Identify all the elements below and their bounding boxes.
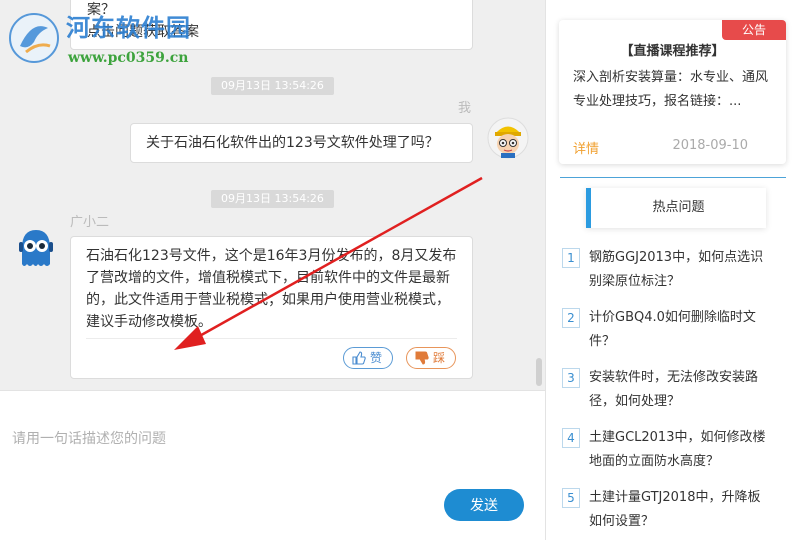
sender-label-agent: 广小二 <box>70 215 110 230</box>
right-panel: 公告 【直播课程推荐】 深入剖析安装算量：水专业、通风专业处理技巧，报名链接：.… <box>545 0 798 540</box>
hot-question-number: 2 <box>562 308 580 328</box>
hot-question-text[interactable]: 钢筋GGJ2013中，如何点选识别梁原位标注？ <box>589 246 769 294</box>
send-button[interactable]: 发送 <box>444 489 524 521</box>
chat-scrollbar[interactable] <box>536 358 542 386</box>
hot-question-text[interactable]: 土建GCL2013中，如何修改楼地面的立面防水高度？ <box>589 426 769 474</box>
panel-divider <box>560 177 786 178</box>
thumbs-up-icon <box>352 351 366 365</box>
notice-card: 公告 【直播课程推荐】 深入剖析安装算量：水专业、通风专业处理技巧，报名链接：.… <box>559 20 786 164</box>
site-logo-icon <box>9 13 59 63</box>
question-input[interactable] <box>12 427 512 451</box>
like-button[interactable]: 赞 <box>343 347 394 369</box>
dislike-label: 踩 <box>433 351 446 365</box>
hot-question-number: 3 <box>562 368 580 388</box>
hot-questions-header: 热点问题 <box>586 188 766 228</box>
hot-question-number: 1 <box>562 248 580 268</box>
agent-message-text: 石油石化123号文件，这个是16年3月份发布的，8月又发布了营改增的文件，增值税… <box>86 248 457 330</box>
like-label: 赞 <box>370 351 383 365</box>
notice-date: 2018-09-10 <box>672 138 748 153</box>
hot-question-text[interactable]: 计价GBQ4.0如何删除临时文件？ <box>589 306 769 354</box>
watermark-url: www.pc0359.cn <box>68 50 189 66</box>
notice-title: 【直播课程推荐】 <box>620 44 725 59</box>
input-area: 发送 <box>0 390 545 540</box>
watermark: 河东软件园 www.pc0359.cn <box>2 6 232 70</box>
notice-badge: 公告 <box>722 20 786 40</box>
hot-question-number: 5 <box>562 488 580 508</box>
hot-question-text[interactable]: 土建计量GTJ2018中，升降板如何设置？ <box>589 486 769 534</box>
agent-message-bubble: 石油石化123号文件，这个是16年3月份发布的，8月又发布了营改增的文件，增值税… <box>70 236 473 379</box>
sender-label-me: 我 <box>458 101 472 116</box>
notice-detail-link[interactable]: 详情 <box>573 138 599 157</box>
user-avatar <box>487 117 529 159</box>
hot-question-text[interactable]: 安装软件时，无法修改安装路径，如何处理？ <box>589 366 769 414</box>
hot-question-number: 4 <box>562 428 580 448</box>
user-message-bubble: 关于石油石化软件出的123号文软件处理了吗？ <box>130 123 473 163</box>
watermark-title: 河东软件园 <box>66 14 191 42</box>
thumbs-down-icon <box>415 351 429 365</box>
dislike-button[interactable]: 踩 <box>406 347 457 369</box>
agent-avatar <box>19 230 53 266</box>
notice-body: 深入剖析安装算量：水专业、通风专业处理技巧，报名链接：... <box>573 70 769 109</box>
timestamp: 09月13日 13:54:26 <box>211 190 334 208</box>
bubble-divider <box>86 338 457 339</box>
timestamp: 09月13日 13:54:26 <box>211 77 334 95</box>
